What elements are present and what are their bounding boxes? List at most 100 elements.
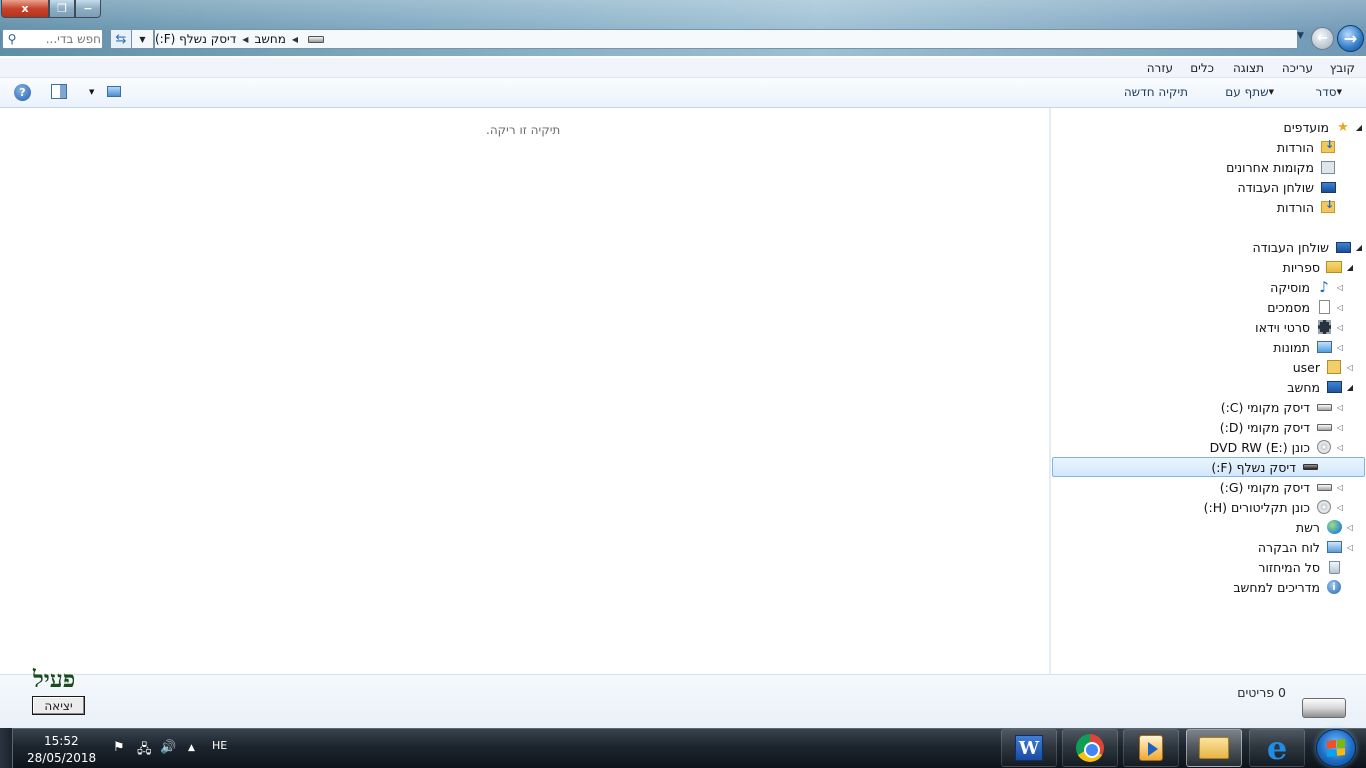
taskbar-media-player-button[interactable] (1123, 729, 1179, 767)
computer-icon (1325, 379, 1343, 395)
computer-icon-glyph (1326, 381, 1342, 393)
nav-tree-item[interactable]: ◁ דיסק מקומי (G:) (1220, 477, 1366, 497)
breadcrumb-item-computer[interactable]: מחשב (254, 32, 285, 46)
nav-tree-item[interactable]: ◢ שולחן העבודה (1252, 237, 1366, 257)
optical-drive-icon-glyph (1317, 500, 1331, 514)
volume-icon[interactable]: 🔊 (160, 740, 176, 755)
organize-button[interactable]: סדר ▼ (1315, 85, 1348, 99)
taskbar-explorer-button[interactable] (1186, 729, 1242, 767)
expand-arrow-icon[interactable]: ◁ (1333, 343, 1347, 352)
show-hidden-icons-button[interactable]: ▲ (188, 743, 195, 753)
change-view-icon[interactable] (107, 86, 121, 97)
expand-arrow-icon[interactable]: ◁ (1333, 483, 1347, 492)
expand-arrow-icon[interactable]: ◁ (1333, 423, 1347, 432)
show-desktop-button[interactable] (0, 728, 13, 768)
breadcrumb-item-current[interactable]: דיסק נשלף (F:) (155, 32, 236, 46)
nav-tree-item[interactable]: ◁ ♪ מוסיקה (1270, 277, 1366, 297)
expand-arrow-icon[interactable]: ◁ (1333, 323, 1347, 332)
network-tray-icon[interactable]: 🖧 (137, 740, 152, 762)
search-input[interactable] (21, 32, 101, 46)
menu-tools[interactable]: כלים (1190, 61, 1214, 75)
arrow-left-icon: ← (1317, 31, 1328, 46)
nav-tree-item[interactable]: ◁ רשת (1296, 517, 1366, 537)
menu-edit[interactable]: עריכה (1282, 61, 1313, 75)
recent-pages-dropdown[interactable]: ▼ (1297, 31, 1304, 41)
expand-arrow-icon[interactable]: ◁ (1333, 503, 1347, 512)
forward-button[interactable]: ← (1311, 27, 1334, 50)
pictures-icon-glyph (1316, 341, 1332, 353)
expand-arrow-icon[interactable]: ◁ (1343, 363, 1357, 372)
breadcrumb-arrow-icon[interactable]: ◀ (242, 35, 248, 44)
expanded-arrow-icon[interactable]: ◢ (1343, 263, 1357, 272)
nav-tree-item[interactable]: ◁ כונן DVD RW (E:) (1210, 437, 1366, 457)
drive-icon-glyph (1316, 483, 1332, 491)
clock-time[interactable]: 15:52 (44, 734, 79, 748)
minimize-button[interactable]: − (75, 0, 101, 18)
expand-arrow-icon[interactable]: ◁ (1333, 403, 1347, 412)
nav-tree-item[interactable]: ◁ מסמכים (1267, 297, 1366, 317)
share-with-button[interactable]: שתף עם ▼ (1225, 85, 1280, 99)
breadcrumb-arrow-icon[interactable]: ◀ (292, 35, 298, 44)
nav-tree-item[interactable]: ◁ תמונות (1273, 337, 1366, 357)
nav-tree-item[interactable]: ◁ דיסק מקומי (C:) (1221, 397, 1366, 417)
nav-tree-item-label: לוח הבקרה (1257, 539, 1320, 555)
address-bar[interactable]: ◀ מחשב ◀ דיסק נשלף (F:) (154, 29, 1298, 49)
preview-pane-icon[interactable] (51, 84, 67, 99)
nav-tree-item[interactable]: ◁ כונן תקליטורים (H:) (1204, 497, 1366, 517)
start-button[interactable] (1316, 729, 1356, 767)
refresh-button[interactable]: ⇆ (110, 29, 132, 49)
expanded-arrow-icon[interactable]: ◢ (1352, 123, 1366, 132)
back-button[interactable]: → (1337, 25, 1364, 52)
user-folder-icon (1325, 359, 1343, 375)
exit-button[interactable]: יציאה (32, 696, 85, 715)
nav-tree-item[interactable]: דיסק נשלף (F:) (1052, 457, 1365, 477)
search-box[interactable]: ⚲ (2, 29, 103, 49)
control-panel-icon (1325, 539, 1343, 555)
nav-tree-item-label: הורדות (1276, 139, 1314, 155)
nav-tree-item[interactable]: שולחן העבודה (1237, 177, 1366, 197)
nav-tree-item[interactable]: ◢ ספריות (1283, 257, 1366, 277)
menu-help[interactable]: עזרה (1147, 61, 1173, 75)
action-center-flag-icon[interactable]: ⚑ (113, 740, 125, 755)
expanded-arrow-icon[interactable]: ◢ (1352, 243, 1366, 252)
taskbar-internet-explorer-button[interactable]: e (1249, 729, 1305, 767)
nav-tree-item[interactable]: סל המיחזור (1258, 557, 1366, 577)
nav-tree-item[interactable]: ◁ סרטי וידאו (1255, 317, 1366, 337)
nav-tree-item[interactable]: ◁ user (1293, 357, 1366, 377)
new-folder-button[interactable]: תיקיה חדשה (1124, 85, 1188, 99)
search-icon[interactable]: ⚲ (3, 32, 21, 46)
help-icon[interactable]: ? (14, 84, 31, 101)
nav-tree-item[interactable]: ◢ מחשב (1287, 377, 1366, 397)
drive-icon-glyph (1316, 423, 1332, 431)
clock-date[interactable]: 28/05/2018 (27, 751, 96, 765)
nav-tree-item[interactable]: הורדות (1277, 197, 1366, 217)
expand-arrow-icon[interactable]: ◁ (1333, 303, 1347, 312)
taskbar-word-button[interactable]: W (1001, 729, 1057, 767)
address-history-dropdown[interactable]: ▼ (132, 29, 154, 49)
menu-view[interactable]: תצוגה (1233, 61, 1264, 75)
nav-tree-item[interactable]: i מדריכים למחשב (1233, 577, 1366, 597)
drive-icon-glyph (1316, 403, 1332, 411)
view-options-dropdown[interactable]: ▼ (89, 88, 94, 96)
restore-button[interactable]: ❐ (49, 0, 75, 18)
file-list-area[interactable]: תיקיה זו ריקה. (0, 108, 1049, 674)
nav-tree-item-label: מסמכים (1267, 299, 1310, 315)
expand-arrow-icon[interactable]: ◁ (1333, 443, 1347, 452)
close-button[interactable]: x (1, 0, 49, 18)
nav-tree-item[interactable]: מקומות אחרונים (1226, 157, 1366, 177)
nav-tree-item-label: דיסק מקומי (D:) (1219, 419, 1310, 435)
taskbar-chrome-button[interactable] (1062, 729, 1118, 767)
language-indicator[interactable]: HE (212, 739, 227, 752)
nav-tree-item[interactable]: ◁ דיסק מקומי (D:) (1220, 417, 1366, 437)
expanded-arrow-icon[interactable]: ◢ (1343, 383, 1357, 392)
nav-tree-item[interactable]: הורדות (1277, 137, 1366, 157)
menu-file[interactable]: קובץ (1330, 61, 1355, 75)
nav-tree-item-label: דיסק נשלף (F:) (1211, 459, 1296, 475)
nav-tree-item-label: דיסק מקומי (C:) (1220, 399, 1310, 415)
expand-arrow-icon[interactable]: ◁ (1343, 523, 1357, 532)
nav-tree-item[interactable]: ◢ ★ מועדפים (1284, 117, 1366, 137)
nav-tree-item[interactable]: ◁ לוח הבקרה (1258, 537, 1366, 557)
desktop-icon-glyph (1335, 241, 1351, 253)
expand-arrow-icon[interactable]: ◁ (1343, 543, 1357, 552)
expand-arrow-icon[interactable]: ◁ (1333, 283, 1347, 292)
